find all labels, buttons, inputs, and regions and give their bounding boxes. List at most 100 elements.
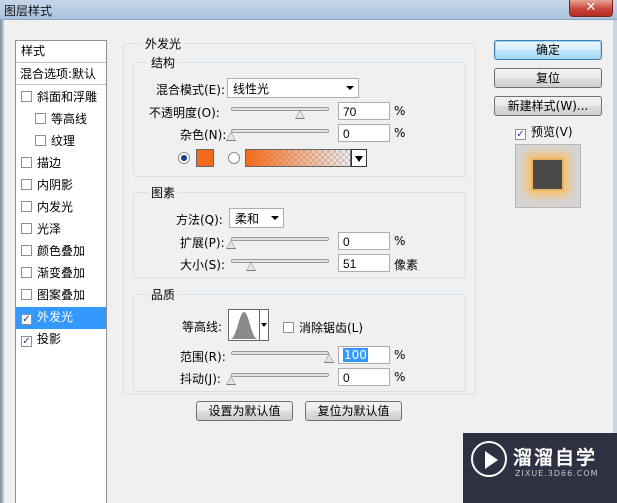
spread-label: 扩展(P): [180, 236, 225, 250]
opacity-slider[interactable] [231, 107, 329, 111]
new-style-button[interactable]: 新建样式(W)... [494, 96, 602, 116]
style-item-label: 颜色叠加 [37, 244, 86, 258]
window-right-edge [613, 20, 617, 503]
style-item-checkbox[interactable] [35, 135, 46, 146]
method-label: 方法(Q): [176, 213, 223, 227]
style-item[interactable]: 纹理 [16, 131, 106, 153]
range-slider[interactable] [231, 351, 329, 355]
style-item-label: 外发光 [37, 310, 74, 324]
chevron-down-icon [355, 156, 363, 162]
style-item-checkbox[interactable] [21, 201, 32, 212]
style-item-checkbox[interactable] [21, 157, 32, 168]
style-item-label: 投影 [37, 332, 62, 346]
style-item-checkbox[interactable]: ✓ [21, 314, 32, 325]
style-item-checkbox[interactable] [35, 113, 46, 124]
method-select[interactable]: 柔和 [229, 208, 284, 228]
style-item-label: 描边 [37, 156, 62, 170]
style-item-checkbox[interactable] [21, 289, 32, 300]
blend-mode-value: 线性光 [233, 82, 270, 96]
range-unit: % [394, 348, 406, 362]
style-item[interactable]: 光泽 [16, 219, 106, 241]
reset-to-default-button[interactable]: 复位为默认值 [305, 401, 402, 421]
elements-title: 图素 [148, 184, 179, 201]
contour-dropdown-button[interactable] [260, 309, 269, 341]
style-item[interactable]: 斜面和浮雕 [16, 87, 106, 109]
range-input[interactable]: 100 [338, 346, 390, 364]
spread-slider-thumb[interactable] [226, 240, 236, 249]
style-list: 样式 混合选项:默认 斜面和浮雕等高线纹理描边内阴影内发光光泽颜色叠加渐变叠加图… [15, 40, 107, 503]
preview-label: 预览(V) [531, 125, 573, 139]
solid-color-radio[interactable] [178, 152, 190, 164]
spread-input[interactable] [338, 232, 390, 250]
style-item-label: 纹理 [51, 134, 76, 148]
opacity-label: 不透明度(O): [149, 106, 220, 120]
range-label: 范围(R): [180, 350, 226, 364]
preview-checkbox-box[interactable]: ✓ [515, 129, 526, 140]
preview-thumbnail [531, 158, 564, 191]
style-item-label: 图案叠加 [37, 288, 86, 302]
method-value: 柔和 [235, 212, 260, 226]
opacity-slider-thumb[interactable] [294, 110, 305, 119]
spread-slider[interactable] [231, 237, 329, 241]
noise-input[interactable] [338, 124, 390, 142]
glow-color-swatch[interactable] [196, 149, 214, 167]
ok-button[interactable]: 确定 [494, 40, 602, 60]
style-item[interactable]: 描边 [16, 153, 106, 175]
contour-curve-icon [230, 312, 258, 339]
style-item-label: 等高线 [51, 112, 88, 126]
style-item[interactable]: 渐变叠加 [16, 263, 106, 285]
jitter-input[interactable] [338, 368, 390, 386]
gradient-dropdown-button[interactable] [351, 149, 367, 167]
opacity-unit: % [394, 104, 406, 118]
make-default-button[interactable]: 设置为默认值 [196, 401, 293, 421]
antialias-checkbox-box[interactable] [283, 322, 294, 333]
contour-preview[interactable] [228, 309, 260, 341]
style-item-label: 光泽 [37, 222, 62, 236]
style-list-header[interactable]: 样式 [16, 41, 106, 63]
style-item[interactable]: 内阴影 [16, 175, 106, 197]
noise-slider-thumb[interactable] [226, 132, 236, 141]
style-item[interactable]: 颜色叠加 [16, 241, 106, 263]
close-icon: ✕ [585, 0, 597, 15]
style-item[interactable]: ✓ 外发光 [16, 307, 106, 329]
style-item[interactable]: 内发光 [16, 197, 106, 219]
style-item-label: 斜面和浮雕 [37, 90, 98, 104]
close-button[interactable]: ✕ [569, 0, 613, 17]
size-input[interactable] [338, 254, 390, 272]
watermark: 溜溜自学 ZIXUE.3D66.COM [463, 433, 617, 503]
range-value-selected: 100 [343, 348, 368, 362]
chevron-down-icon [271, 216, 279, 220]
style-item-checkbox[interactable] [21, 91, 32, 102]
opacity-input[interactable] [338, 102, 390, 120]
gradient-fill [246, 150, 350, 166]
gradient-radio[interactable] [228, 152, 240, 164]
outer-glow-title: 外发光 [142, 35, 185, 52]
watermark-subtext: ZIXUE.3D66.COM [515, 469, 599, 478]
style-item-checkbox[interactable] [21, 267, 32, 278]
size-slider-thumb[interactable] [245, 262, 256, 271]
range-slider-thumb[interactable] [324, 354, 334, 363]
blend-mode-select[interactable]: 线性光 [227, 78, 359, 98]
style-item[interactable]: 等高线 [16, 109, 106, 131]
jitter-slider[interactable] [231, 373, 329, 377]
style-item-label: 内阴影 [37, 178, 74, 192]
noise-slider[interactable] [231, 129, 329, 133]
jitter-slider-thumb[interactable] [226, 376, 236, 385]
window-left-edge [0, 20, 4, 503]
glow-gradient-swatch[interactable] [245, 149, 351, 167]
reset-button[interactable]: 复位 [494, 68, 602, 88]
preview-checkbox[interactable]: ✓ 预览(V) [515, 123, 573, 140]
style-item-checkbox[interactable]: ✓ [21, 336, 32, 347]
chevron-down-icon [346, 86, 354, 90]
style-item-checkbox[interactable] [21, 223, 32, 234]
antialias-checkbox[interactable]: 消除锯齿(L) [283, 319, 363, 336]
size-unit: 像素 [394, 258, 419, 272]
style-item[interactable]: 图案叠加 [16, 285, 106, 307]
jitter-unit: % [394, 370, 406, 384]
contour-label: 等高线: [182, 320, 223, 334]
style-item-checkbox[interactable] [21, 245, 32, 256]
title-bar[interactable]: 图层样式 ✕ [0, 0, 617, 20]
style-item-checkbox[interactable] [21, 179, 32, 190]
blend-options-item[interactable]: 混合选项:默认 [16, 63, 106, 85]
style-item[interactable]: ✓ 投影 [16, 329, 106, 351]
